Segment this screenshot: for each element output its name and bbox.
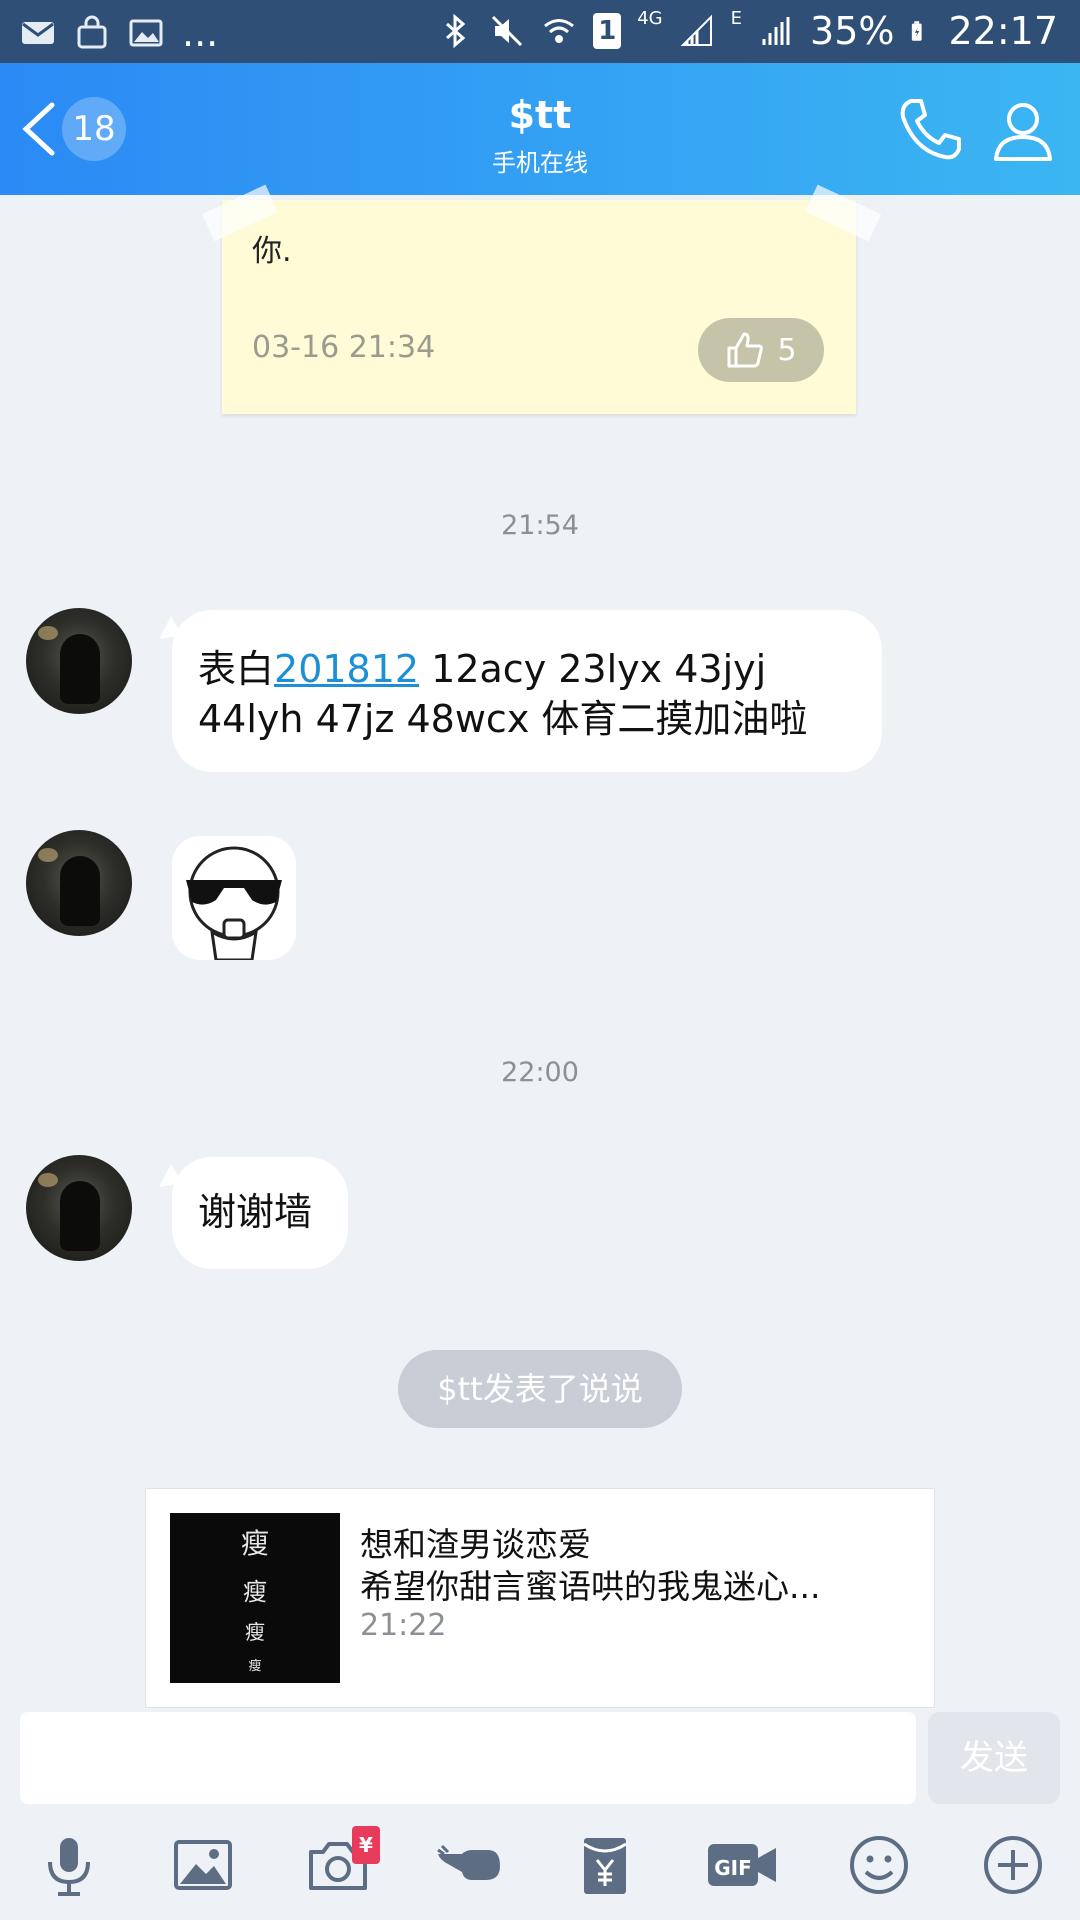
- red-packet-icon: [583, 1838, 627, 1894]
- gif-icon: GIF: [708, 1844, 776, 1886]
- more-notifications: ...: [182, 11, 219, 55]
- like-button[interactable]: 5: [698, 318, 824, 382]
- thumb-char: 瘦: [240, 1527, 269, 1561]
- online-status: 手机在线: [492, 149, 588, 177]
- like-count: 5: [777, 332, 797, 368]
- message-text: 12acy 23lyx 43jyj: [419, 647, 767, 691]
- sim-badge: 1: [593, 13, 622, 49]
- emoji-button[interactable]: [846, 1832, 912, 1898]
- red-packet-badge: ¥: [352, 1826, 380, 1864]
- poke-hand-icon: [437, 1844, 500, 1880]
- chat-header: 18 $tt 手机在线: [0, 63, 1080, 195]
- mail-icon: [22, 22, 54, 44]
- post-title: 想和渣男谈恋爱: [360, 1525, 591, 1564]
- post-time: 21:22: [360, 1608, 447, 1643]
- message-link[interactable]: 201812: [274, 647, 419, 691]
- message-bubble[interactable]: 谢谢墙: [172, 1157, 348, 1269]
- signal-icon: [680, 14, 712, 46]
- back-arrow-icon[interactable]: [18, 99, 58, 159]
- bag-icon: [77, 15, 107, 49]
- message-text: 表白: [198, 647, 275, 691]
- sticker-image[interactable]: [172, 836, 296, 960]
- avatar[interactable]: [26, 830, 132, 936]
- message-line: 44lyh 47jz 48wcx 体育二摸加油啦: [198, 697, 808, 741]
- thumb-char: 瘦: [248, 1658, 262, 1674]
- avatar[interactable]: [26, 608, 132, 714]
- poke-button[interactable]: [436, 1832, 502, 1898]
- profile-icon[interactable]: [990, 97, 1056, 163]
- thumb-char: 瘦: [243, 1577, 267, 1606]
- gif-button[interactable]: GIF: [706, 1832, 778, 1898]
- note-timestamp: 03-16 21:34: [252, 330, 436, 365]
- message-input[interactable]: [20, 1712, 916, 1804]
- message-bubble[interactable]: 表白201812 12acy 23lyx 43jyj 44lyh 47jz 48…: [172, 610, 882, 772]
- image-icon: [129, 19, 163, 47]
- unread-count-badge[interactable]: 18: [62, 97, 126, 161]
- post-thumbnail: 瘦 瘦 瘦 瘦: [170, 1513, 340, 1683]
- network-4g-label: 4G: [637, 8, 663, 29]
- plus-icon: [984, 1836, 1042, 1894]
- battery-percent: 35%: [810, 9, 895, 53]
- microphone-icon: [48, 1838, 90, 1896]
- message-line: 表白201812 12acy 23lyx 43jyj: [198, 644, 882, 694]
- status-notifications: ...: [20, 10, 218, 56]
- send-button[interactable]: 发送: [928, 1712, 1060, 1804]
- status-bar: ... 1 4G E 35% 22:17: [0, 0, 1080, 63]
- battery-icon: [912, 21, 923, 41]
- status-right: 1 4G E 35% 22:17: [437, 8, 1058, 54]
- emoji-icon: [850, 1836, 908, 1894]
- thumbs-up-icon: [727, 332, 764, 368]
- chat-timestamp: 22:00: [501, 1057, 579, 1088]
- chat-title: $tt: [508, 93, 572, 137]
- signal-icon: [762, 17, 790, 45]
- voice-button[interactable]: [36, 1832, 102, 1898]
- album-button[interactable]: [170, 1832, 236, 1898]
- image-icon: [174, 1840, 232, 1890]
- phone-call-icon[interactable]: [895, 95, 965, 165]
- bluetooth-icon: [446, 13, 466, 49]
- mute-icon: [492, 15, 523, 47]
- input-toolbar: [0, 1812, 1080, 1920]
- thumb-char: 瘦: [245, 1620, 265, 1645]
- more-button[interactable]: [980, 1832, 1046, 1898]
- network-e-label: E: [730, 8, 743, 29]
- post-description: 希望你甜言蜜语哄的我鬼迷心...: [360, 1567, 821, 1606]
- avatar[interactable]: [26, 1155, 132, 1261]
- sunglasses-face-sticker: [186, 846, 282, 960]
- red-packet-button[interactable]: [572, 1832, 638, 1898]
- svg-text:GIF: GIF: [714, 1856, 752, 1880]
- system-notice[interactable]: $tt发表了说说: [398, 1350, 682, 1428]
- chat-timestamp: 21:54: [501, 510, 579, 541]
- status-clock: 22:17: [948, 9, 1058, 53]
- wifi-icon: [544, 19, 575, 43]
- note-text: 你.: [252, 234, 292, 269]
